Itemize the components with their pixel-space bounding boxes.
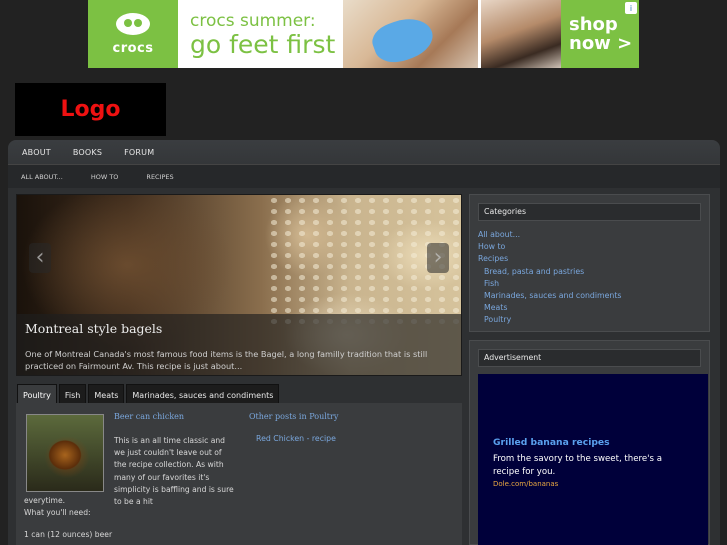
ad-photo-feet <box>481 0 561 68</box>
category-fish[interactable]: Fish <box>478 278 709 290</box>
croc-icon <box>116 12 150 35</box>
logo-text: Logo <box>60 97 121 122</box>
ad-brand-logo: crocs <box>88 0 178 68</box>
top-banner-ad[interactable]: crocs crocs summer: go feet first shop n… <box>88 0 639 68</box>
sidebar-categories: Categories All about... How to Recipes B… <box>469 194 710 332</box>
categories-heading: Categories <box>478 203 701 221</box>
ad-tagline: crocs summer: go feet first <box>178 0 343 68</box>
category-bread-pasta[interactable]: Bread, pasta and pastries <box>478 266 709 278</box>
nav-sub-bar: ALL ABOUT... HOW TO RECIPES <box>8 164 720 188</box>
main-navigation: ABOUT BOOKS FORUM ALL ABOUT... HOW TO RE… <box>8 140 720 188</box>
slider-title[interactable]: Montreal style bagels <box>25 321 453 336</box>
other-post-link[interactable]: Red Chicken - recipe <box>256 434 336 443</box>
slider-caption: Montreal style bagels One of Montreal Ca… <box>17 314 461 375</box>
ad-tagline-line1: crocs summer: <box>190 10 316 31</box>
ad-tagline-line2: go feet first <box>190 29 336 59</box>
featured-slider[interactable]: ‹ › Montreal style bagels One of Montrea… <box>16 194 462 376</box>
nav-recipes[interactable]: RECIPES <box>146 173 173 181</box>
category-poultry[interactable]: Poultry <box>478 314 709 326</box>
categories-list: All about... How to Recipes Bread, pasta… <box>470 221 709 327</box>
category-marinades[interactable]: Marinades, sauces and condiments <box>478 290 709 302</box>
ad-brand-name: crocs <box>112 40 154 56</box>
advertisement-heading: Advertisement <box>478 349 701 367</box>
nav-forum[interactable]: FORUM <box>124 148 154 157</box>
tab-panel-poultry: Beer can chicken This is an all time cla… <box>16 403 462 545</box>
ad-cta-line1: shop <box>569 14 618 35</box>
category-how-to[interactable]: How to <box>478 241 709 253</box>
ad-title-link[interactable]: Grilled banana recipes <box>493 437 708 448</box>
post-thumbnail[interactable] <box>26 414 104 492</box>
slider-excerpt: One of Montreal Canada's most famous foo… <box>25 349 428 371</box>
nav-about[interactable]: ABOUT <box>22 148 51 157</box>
ad-text: From the savory to the sweet, there's a … <box>493 454 662 477</box>
ad-url-link[interactable]: Dole.com/bananas <box>493 480 708 488</box>
nav-all-about[interactable]: ALL ABOUT... <box>21 173 63 181</box>
slider-next-icon[interactable]: › <box>427 243 449 273</box>
nav-books[interactable]: BOOKS <box>73 148 102 157</box>
sidebar-ad[interactable]: Grilled banana recipes From the savory t… <box>478 374 708 545</box>
site-logo[interactable]: Logo <box>15 83 166 136</box>
post-excerpt-continued: everytime. What you'll need: <box>24 495 224 519</box>
ad-cta-line2: now > <box>569 33 633 54</box>
ad-shop-now-button[interactable]: shop now > i <box>561 0 639 68</box>
other-posts-heading[interactable]: Other posts in Poultry <box>249 412 338 421</box>
category-meats[interactable]: Meats <box>478 302 709 314</box>
nav-how-to[interactable]: HOW TO <box>91 173 119 181</box>
post-title-link[interactable]: Beer can chicken <box>114 412 184 421</box>
ad-photo-sandals <box>343 0 478 68</box>
category-all-about[interactable]: All about... <box>478 229 709 241</box>
nav-main-bar: ABOUT BOOKS FORUM <box>8 140 720 164</box>
slider-prev-icon[interactable]: ‹ <box>29 243 51 273</box>
post-excerpt-line2: What you'll need: <box>24 508 91 518</box>
sandal-shape <box>367 10 439 68</box>
adchoices-icon[interactable]: i <box>625 2 637 14</box>
post-ingredient: 1 can (12 ounces) beer <box>24 530 113 539</box>
category-recipes[interactable]: Recipes <box>478 253 709 265</box>
post-excerpt-line1: everytime. <box>24 496 66 505</box>
